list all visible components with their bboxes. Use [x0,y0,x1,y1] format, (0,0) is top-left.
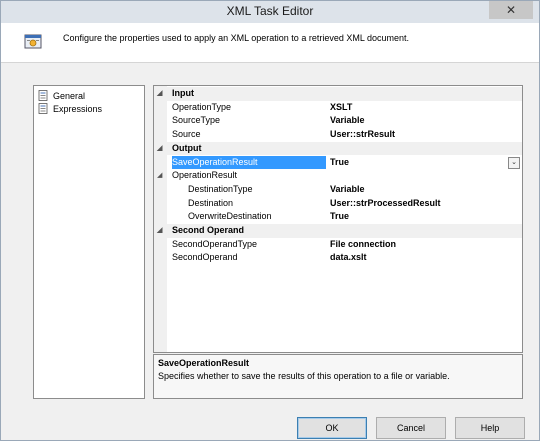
property-value: Variable [330,115,365,126]
category-output[interactable]: ◢ Output [154,141,522,156]
collapse-icon[interactable]: ◢ [157,171,165,181]
property-name: Destination [188,197,234,208]
property-value: User::strProcessedResult [330,197,441,208]
category-input[interactable]: ◢ Input [154,87,522,101]
category-second-operand[interactable]: ◢ Second Operand [154,224,522,238]
property-row[interactable]: OperationType XSLT [154,101,522,115]
page-icon [38,90,48,101]
property-value: True [330,211,350,222]
xml-task-icon [24,34,42,49]
window-title: XML Task Editor [226,4,314,18]
property-grid: ◢ Input OperationType XSLT SourceType Va… [153,85,523,353]
nav-item-expressions[interactable]: Expressions [38,102,102,115]
cancel-button[interactable]: Cancel [376,417,446,439]
ok-button[interactable]: OK [297,417,367,439]
property-value: data.xslt [330,252,367,263]
property-row[interactable]: OverwriteDestination True [154,210,522,224]
property-name: Source [172,129,201,140]
property-row[interactable]: DestinationType Variable [154,183,522,197]
property-row-save-operation-result[interactable]: SaveOperationResult True ⌄ [154,155,522,170]
category-label: Second Operand [172,225,245,235]
description-title: SaveOperationResult [158,358,250,368]
property-value: File connection [330,238,397,249]
property-value: Variable [330,183,365,194]
button-bar: OK Cancel Help [1,409,539,441]
collapse-icon[interactable]: ◢ [157,89,165,99]
title-bar: XML Task Editor ✕ [1,1,539,23]
property-name: SecondOperandType [172,238,258,249]
property-name: SourceType [172,115,221,126]
property-row[interactable]: Destination User::strProcessedResult [154,197,522,211]
nav-item-general[interactable]: General [38,89,85,102]
header-panel: Configure the properties used to apply a… [1,23,539,63]
help-button[interactable]: Help [455,417,525,439]
page-list: General Expressions [33,85,145,399]
nav-item-label: General [53,90,86,101]
collapse-icon[interactable]: ◢ [157,144,165,154]
header-description: Configure the properties used to apply a… [63,33,410,43]
property-name: SaveOperationResult [172,155,326,170]
property-name: OverwriteDestination [188,211,272,222]
description-panel: SaveOperationResult Specifies whether to… [153,354,523,399]
property-row[interactable]: SecondOperandType File connection [154,238,522,252]
property-name: OperationType [172,101,232,112]
property-value[interactable]: True [330,156,349,170]
property-row[interactable]: SourceType Variable [154,114,522,128]
property-name: SecondOperand [172,252,238,263]
chevron-down-icon[interactable]: ⌄ [508,156,520,169]
property-name: DestinationType [188,183,253,194]
xml-task-editor-window: XML Task Editor ✕ Configure the properti… [0,0,540,441]
property-name: OperationResult [172,170,238,181]
close-button[interactable]: ✕ [489,1,533,19]
property-row[interactable]: SecondOperand data.xslt [154,251,522,265]
category-label: Input [172,88,194,98]
collapse-icon[interactable]: ◢ [157,226,165,236]
property-row-operation-result[interactable]: ◢ OperationResult [154,169,522,183]
property-value: XSLT [330,101,353,112]
page-icon [38,103,48,114]
property-row[interactable]: Source User::strResult [154,128,522,142]
property-value: User::strResult [330,129,396,140]
description-text: Specifies whether to save the results of… [158,371,450,381]
category-label: Output [172,142,202,153]
nav-item-label: Expressions [53,103,103,114]
